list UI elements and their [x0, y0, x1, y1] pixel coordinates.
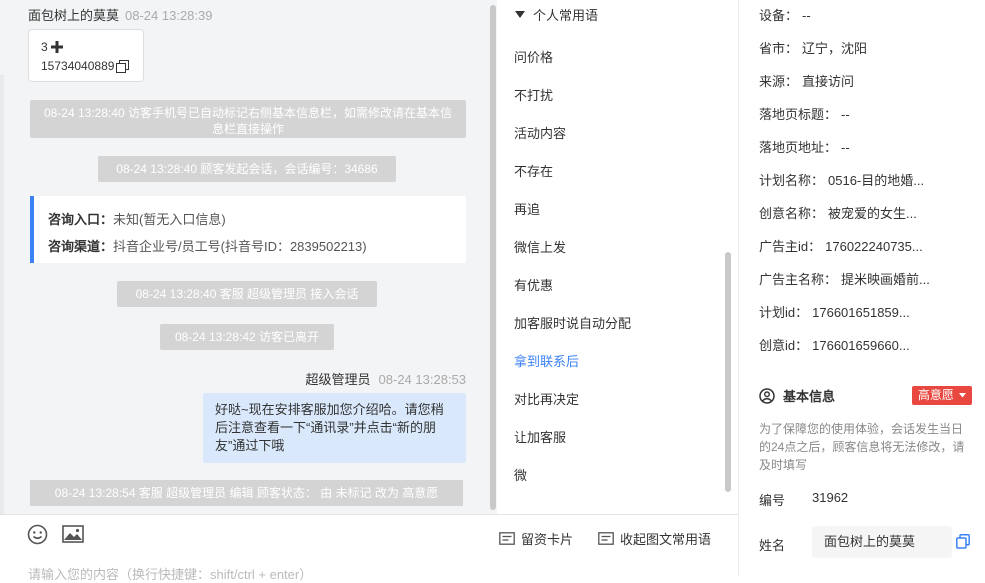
info-field: 省市： 辽宁，沈阳 — [759, 38, 867, 57]
agent-time: 08-24 13:28:53 — [378, 372, 466, 387]
leave-card-button[interactable]: 留资卡片 — [499, 529, 573, 548]
info-field-label: 广告主id： — [759, 239, 822, 254]
caret-down-icon — [959, 393, 967, 398]
info-field-value: 直接访问 — [802, 74, 855, 89]
message-input[interactable]: 请输入您的内容（换行快捷键：shift/ctrl + enter） — [28, 564, 312, 583]
info-field-label: 创意名称： — [759, 206, 825, 221]
info-field-value: -- — [841, 107, 850, 122]
info-field-value: 辽宁，沈阳 — [802, 41, 868, 56]
phrase-item[interactable]: 拿到联系后 — [514, 351, 579, 370]
phrase-item[interactable]: 让加客服 — [514, 427, 566, 446]
name-field[interactable]: 面包树上的莫莫 — [812, 526, 952, 558]
caret-down-icon — [515, 10, 525, 18]
info-field-label: 创意id： — [759, 338, 809, 353]
visitor-sender-line: 面包树上的莫莫 08-24 13:28:39 — [28, 5, 212, 24]
info-field-label: 落地页标题： — [759, 107, 838, 122]
info-field-value: 176601659660... — [812, 338, 910, 353]
common-phrases-panel: 个人常用语 问价格不打扰活动内容不存在再追微信上发有优惠加客服时说自动分配 拿到联… — [497, 0, 738, 514]
system-message-status-change: 08-24 13:28:54 客服 超级管理员 编辑 顾客状态： 由 未标记 改… — [30, 480, 463, 506]
info-field: 落地页地址： -- — [759, 137, 850, 156]
consult-channel-row: 咨询渠道：抖音企业号/员工号(抖音号ID：2839502213) — [48, 239, 367, 254]
message-input-bar: 留资卡片 收起图文常用语 请输入您的内容（换行快捷键：shift/ctrl + … — [0, 514, 738, 582]
customer-info-panel: 设备： -- 省市： 辽宁，沈阳 来源： 直接访问 落地页标题： -- 落地页地址： -- 计划名称… — [738, 0, 985, 576]
info-field: 设备： -- — [759, 5, 811, 24]
system-message-visitor-left: 08-24 13:28:42 访客已离开 — [160, 324, 334, 350]
system-message-agent-join: 08-24 13:28:40 客服 超级管理员 接入会话 — [117, 281, 377, 307]
copy-icon[interactable] — [956, 534, 970, 552]
phrase-item[interactable]: 微信上发 — [514, 237, 566, 256]
phrases-icon — [598, 532, 614, 545]
chat-scrollbar[interactable] — [490, 5, 496, 510]
info-field-value: 提米映画婚前... — [841, 272, 930, 287]
info-field: 创意名称： 被宠爱的女生... — [759, 203, 917, 222]
info-field-label: 计划名称： — [759, 173, 825, 188]
info-field: 广告主名称： 提米映画婚前... — [759, 269, 930, 288]
visitor-time: 08-24 13:28:39 — [125, 8, 213, 23]
phrases-scrollbar[interactable] — [725, 252, 731, 492]
agent-message-bubble: 好哒~现在安排客服加您介绍哈。请您稍后注意查看一下“通讯录”并点击“新的朋友”通… — [203, 393, 466, 463]
phrase-item[interactable]: 有优惠 — [514, 275, 553, 294]
info-field: 计划id： 176601651859... — [759, 302, 910, 321]
intent-status-dropdown[interactable]: 高意愿 — [912, 386, 972, 405]
number-value: 31962 — [812, 490, 849, 505]
info-field-value: 176601651859... — [812, 305, 910, 320]
phrases-group-header[interactable]: 个人常用语 — [515, 5, 598, 24]
system-message-phone-marked: 08-24 13:28:40 访客手机号已自动标记右侧基本信息栏，如需修改请在基… — [30, 100, 466, 138]
basic-info-header: 基本信息 — [759, 386, 835, 405]
number-label: 编号 — [759, 493, 786, 508]
phrase-item[interactable]: 对比再决定 — [514, 389, 579, 408]
chat-panel: 面包树上的莫莫 08-24 13:28:39 3 15734040889 08-2… — [0, 0, 497, 514]
phrase-item[interactable]: 再追 — [514, 199, 540, 218]
emoji-icon[interactable] — [27, 524, 48, 548]
visitor-name: 面包树上的莫莫 — [28, 8, 120, 23]
phrase-item[interactable]: 问价格 — [514, 47, 553, 66]
contact-card: 3 15734040889 — [28, 29, 144, 82]
contact-card-line1: 3 — [41, 40, 64, 54]
card-icon — [499, 532, 515, 545]
info-field-value: 被宠爱的女生... — [828, 206, 917, 221]
agent-sender-line: 超级管理员 08-24 13:28:53 — [306, 369, 466, 388]
agent-name: 超级管理员 — [305, 372, 371, 387]
phrase-item[interactable]: 不打扰 — [514, 85, 553, 104]
info-field-value: -- — [841, 140, 850, 155]
user-circle-icon — [759, 387, 775, 404]
info-field-label: 计划id： — [759, 305, 809, 320]
info-field: 来源： 直接访问 — [759, 71, 854, 90]
contact-card-phone: 15734040889 — [41, 59, 130, 73]
edit-notice: 为了保障您的使用体验，会话发生当日的24点之后，顾客信息将无法修改，请及时填写 — [759, 422, 965, 472]
info-field-value: 0516-目的地婚... — [828, 173, 925, 188]
collapse-phrases-button[interactable]: 收起图文常用语 — [598, 529, 711, 548]
info-field: 计划名称： 0516-目的地婚... — [759, 170, 924, 189]
plus-icon[interactable] — [50, 40, 64, 54]
consult-entry-row: 咨询入口：未知(暂无入口信息) — [48, 212, 226, 227]
info-field-value: -- — [802, 8, 811, 23]
copy-icon[interactable] — [116, 59, 130, 73]
info-field-label: 来源： — [759, 74, 799, 89]
info-field-value: 176022240735... — [825, 239, 923, 254]
info-field-label: 广告主名称： — [759, 272, 838, 287]
system-message-session-start: 08-24 13:28:40 顾客发起会话，会话编号：34686 — [98, 156, 396, 182]
info-field: 创意id： 176601659660... — [759, 335, 910, 354]
chat-edge — [0, 75, 4, 514]
image-icon[interactable] — [62, 524, 84, 547]
phrase-item[interactable]: 加客服时说自动分配 — [514, 313, 631, 332]
phrase-item[interactable]: 活动内容 — [514, 123, 566, 142]
info-field: 广告主id： 176022240735... — [759, 236, 923, 255]
info-field-label: 落地页地址： — [759, 140, 838, 155]
info-field-label: 设备： — [759, 8, 799, 23]
phrase-item[interactable]: 不存在 — [514, 161, 553, 180]
phrase-item[interactable]: 微 — [514, 465, 527, 484]
info-field-label: 省市： — [759, 41, 799, 56]
name-label: 姓名 — [759, 538, 786, 553]
entry-info-card: 咨询入口：未知(暂无入口信息) 咨询渠道：抖音企业号/员工号(抖音号ID：283… — [30, 196, 466, 263]
info-field: 落地页标题： -- — [759, 104, 850, 123]
